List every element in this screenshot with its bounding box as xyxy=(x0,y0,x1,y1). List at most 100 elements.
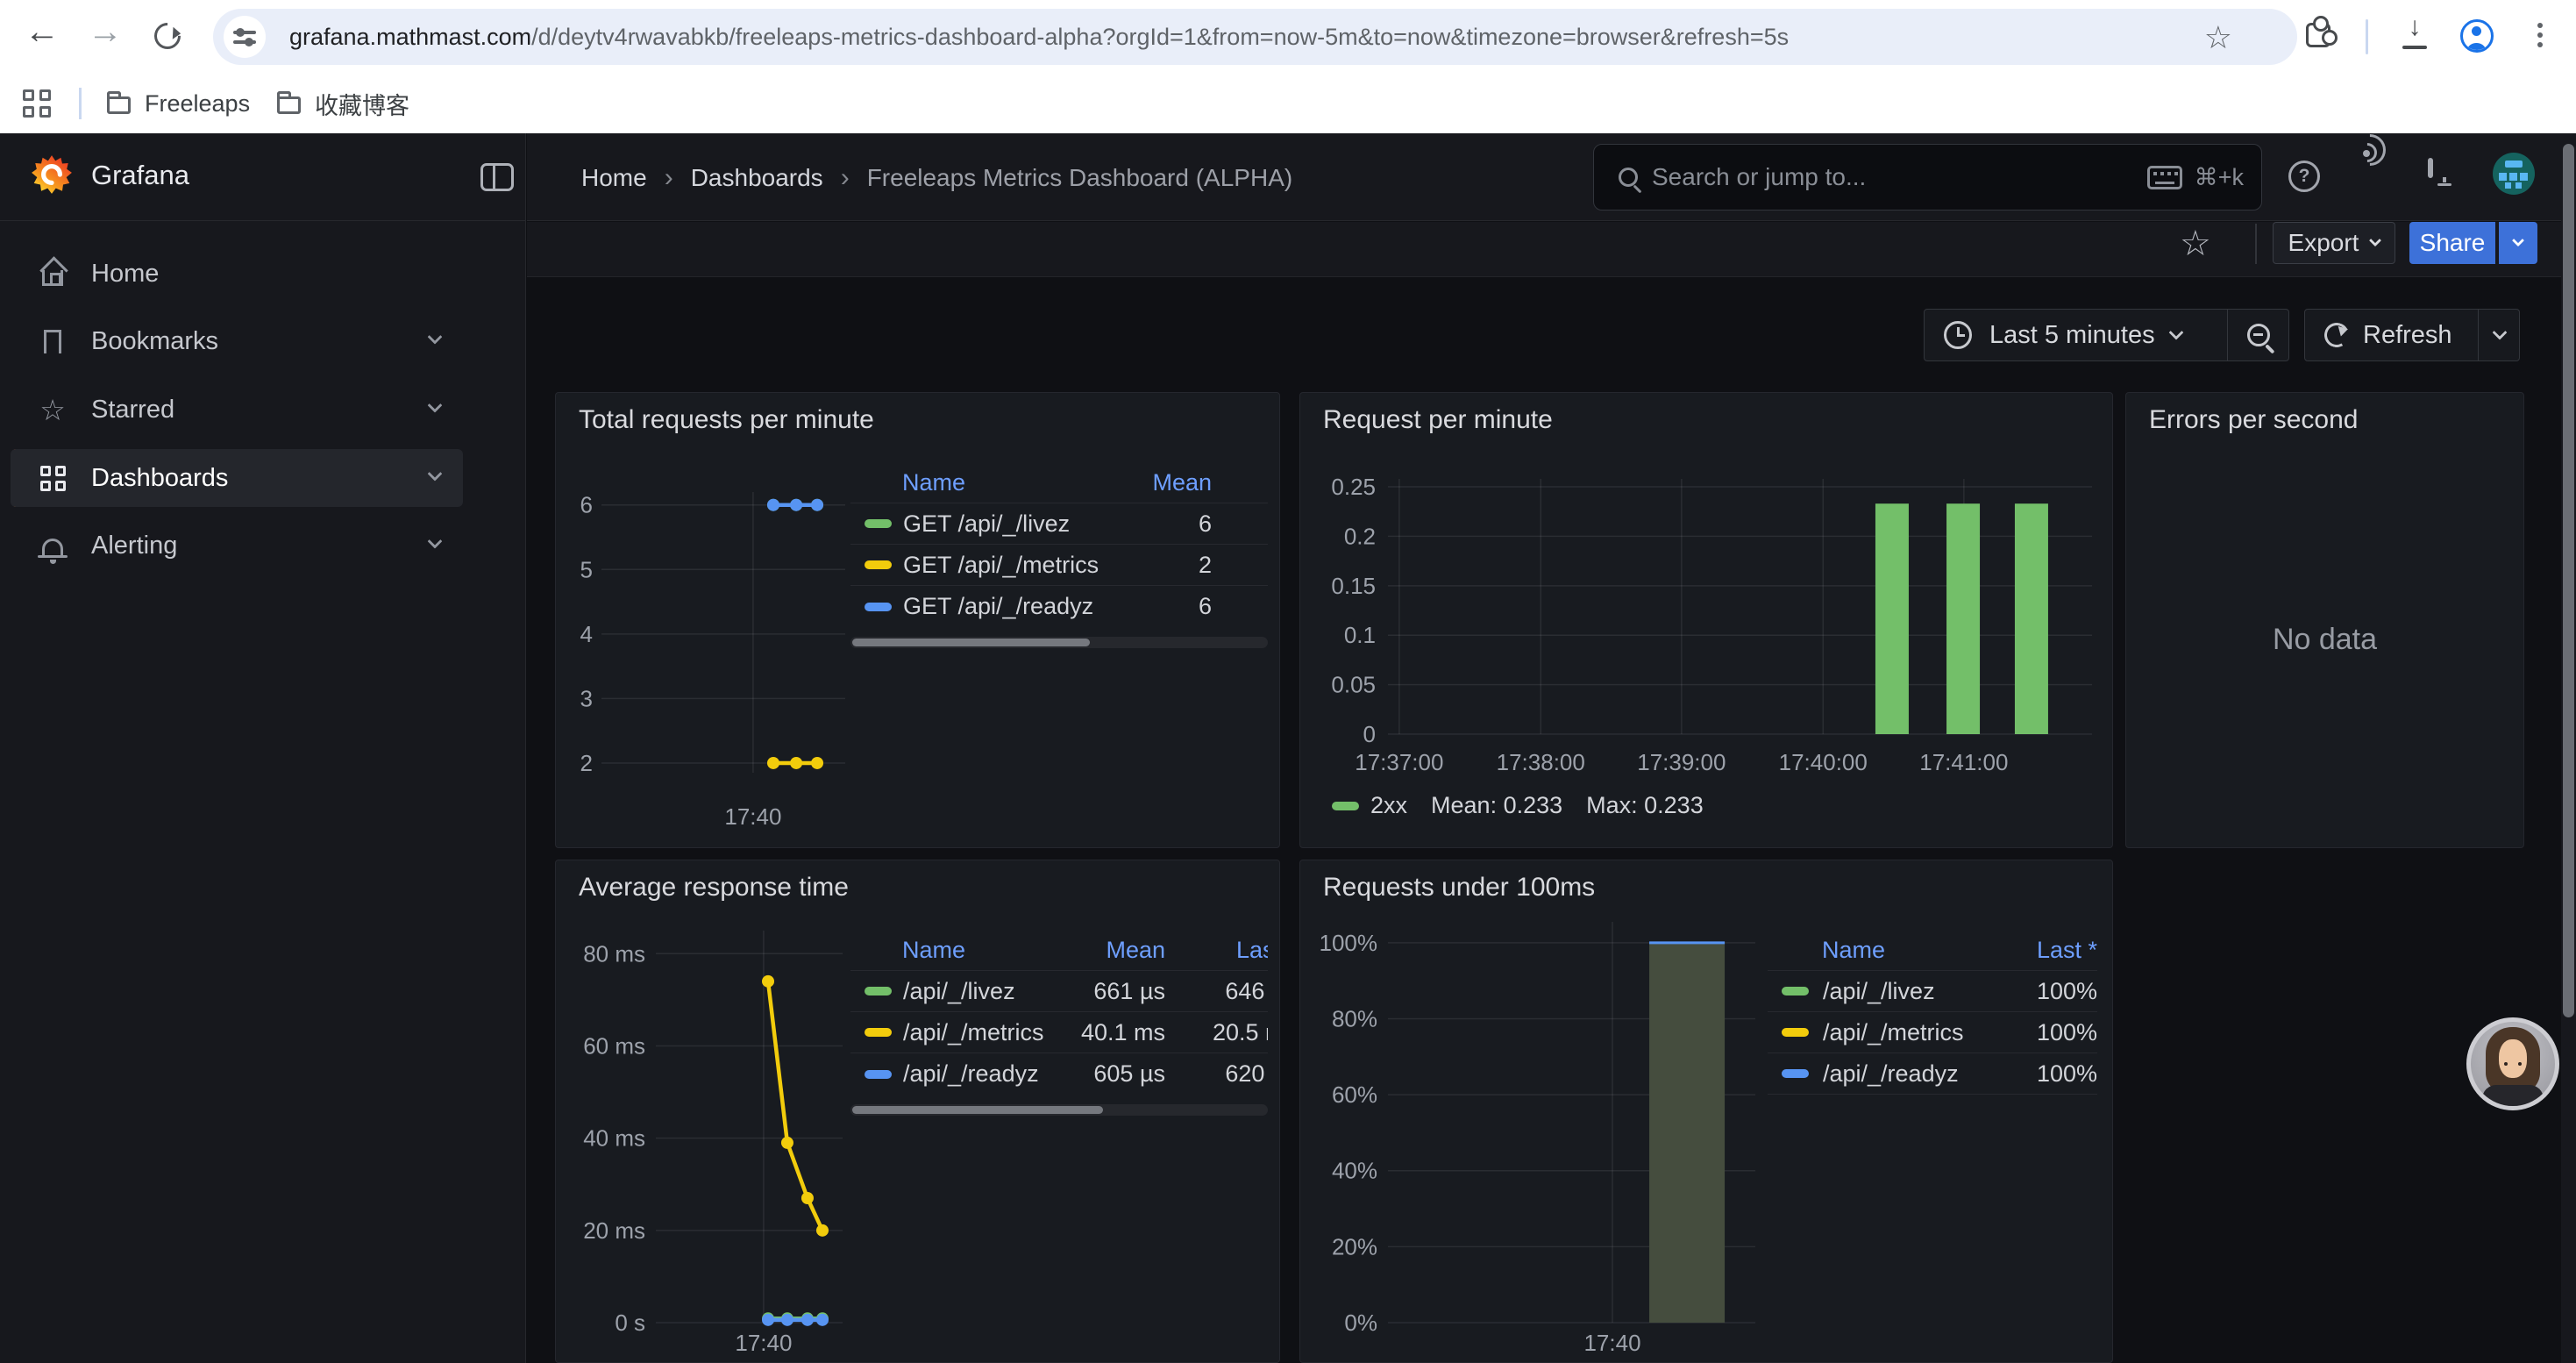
panel-title[interactable]: Total requests per minute xyxy=(579,405,874,435)
svg-text:17:41:00: 17:41:00 xyxy=(1919,749,2008,775)
time-range-picker[interactable]: Last 5 minutes xyxy=(1924,309,2289,361)
page-scrollbar[interactable] xyxy=(2561,133,2576,1363)
refresh-button[interactable]: Refresh xyxy=(2304,309,2520,361)
zoom-out-button[interactable] xyxy=(2227,310,2289,360)
legend-row[interactable]: /api/_/readyz 605 µs 620 µs xyxy=(850,1053,1268,1095)
series-swatch xyxy=(1332,802,1359,810)
kiosk-monitor-icon[interactable] xyxy=(2428,161,2433,176)
chevron-down-icon[interactable] xyxy=(430,470,440,486)
chevron-down-icon[interactable] xyxy=(430,333,440,349)
share-menu-button[interactable] xyxy=(2499,222,2537,264)
grafana-header: Home › Dashboards › Freeleaps Metrics Da… xyxy=(527,133,2576,221)
sidebar-item-home[interactable]: Home xyxy=(11,245,463,303)
sidebar-item-alerting[interactable]: Alerting xyxy=(11,517,463,574)
legend-scrollbar[interactable] xyxy=(850,1104,1268,1116)
user-avatar[interactable] xyxy=(2493,153,2535,195)
browser-menu-icon[interactable] xyxy=(2537,23,2543,28)
zoom-out-icon xyxy=(2247,324,2270,346)
breadcrumb-separator: › xyxy=(665,163,673,193)
star-dashboard-icon[interactable]: ☆ xyxy=(2180,224,2211,264)
address-bar[interactable]: grafana.mathmast.com/d/deytv4rwavabkb/fr… xyxy=(213,9,2297,65)
legend-row[interactable]: GET /api/_/livez 6 xyxy=(850,503,1268,545)
legend-item[interactable]: 2xx xyxy=(1332,792,1407,819)
legend-row[interactable]: GET /api/_/metrics 2 xyxy=(850,545,1268,586)
sidebar-item-dashboards[interactable]: Dashboards xyxy=(11,449,463,507)
search-input[interactable] xyxy=(1652,163,1985,191)
series-swatch xyxy=(865,519,892,528)
svg-text:5: 5 xyxy=(580,556,593,582)
scrollbar-thumb[interactable] xyxy=(2563,144,2574,1017)
legend-row[interactable]: /api/_/readyz 100% xyxy=(1768,1053,2097,1095)
sidebar-item-bookmarks[interactable]: Bookmarks xyxy=(11,312,463,370)
search-box[interactable]: ⌘+k xyxy=(1593,144,2262,211)
breadcrumb-home[interactable]: Home xyxy=(581,164,647,192)
panel-request-per-minute: Request per minute 0.250.20.150.10.05017… xyxy=(1299,392,2113,848)
legend-max: Max: 0.233 xyxy=(1586,792,1704,819)
floating-assistant-avatar[interactable] xyxy=(2466,1017,2559,1110)
export-button[interactable]: Export xyxy=(2273,222,2395,264)
sidebar-item-starred[interactable]: ☆ Starred xyxy=(11,381,463,439)
chevron-down-icon[interactable] xyxy=(430,402,440,417)
svg-text:3: 3 xyxy=(580,685,593,711)
keyboard-icon xyxy=(2147,166,2182,189)
help-icon[interactable]: ? xyxy=(2288,161,2320,192)
toolbar-divider xyxy=(2255,224,2257,264)
legend-row[interactable]: /api/_/metrics 100% xyxy=(1768,1012,2097,1053)
refresh-interval-button[interactable] xyxy=(2478,310,2520,360)
search-icon xyxy=(1619,168,1638,187)
panel-errors-per-second: Errors per second No data xyxy=(2125,392,2524,848)
svg-text:0.2: 0.2 xyxy=(1344,523,1376,549)
series-swatch xyxy=(865,603,892,611)
svg-text:0%: 0% xyxy=(1344,1309,1377,1336)
grafana-logo-icon[interactable] xyxy=(30,153,74,201)
home-icon xyxy=(37,262,68,286)
panel-title[interactable]: Requests under 100ms xyxy=(1323,873,1595,903)
series-swatch xyxy=(1782,1028,1809,1037)
legend-header-last[interactable]: Last * xyxy=(1978,937,2097,964)
bookmark-folder-blogs[interactable]: 收藏博客 xyxy=(263,81,423,126)
refresh-label: Refresh xyxy=(2363,321,2452,350)
svg-text:20%: 20% xyxy=(1332,1233,1377,1260)
legend-scrollbar[interactable] xyxy=(850,637,1268,648)
legend-header-mean[interactable]: Mean xyxy=(1061,937,1165,964)
panel-title[interactable]: Errors per second xyxy=(2149,405,2358,435)
legend-header-name[interactable]: Name xyxy=(1768,937,1978,964)
sidebar-item-label: Starred xyxy=(91,396,174,425)
svg-text:80%: 80% xyxy=(1332,1005,1377,1031)
downloads-icon[interactable]: ↓ xyxy=(2399,14,2430,54)
browser-toolbar: ← → grafana.mathmast.com/d/deytv4rwavabk… xyxy=(0,0,2576,74)
breadcrumb-separator: › xyxy=(841,163,850,193)
legend-header-name[interactable]: Name xyxy=(850,469,1061,496)
extensions-icon[interactable] xyxy=(2306,23,2330,47)
legend-row[interactable]: GET /api/_/readyz 6 xyxy=(850,586,1268,627)
breadcrumb: Home › Dashboards › Freeleaps Metrics Da… xyxy=(581,163,1292,193)
back-icon[interactable]: ← xyxy=(18,12,67,52)
panel-title[interactable]: Average response time xyxy=(579,873,849,903)
share-button[interactable]: Share xyxy=(2409,222,2495,264)
bar-chart[interactable]: 0.250.20.150.10.05017:37:0017:38:0017:39… xyxy=(1300,393,2113,848)
bookmark-folder-freeleaps[interactable]: Freeleaps xyxy=(93,81,264,126)
profile-icon[interactable] xyxy=(2460,19,2494,53)
panel-title[interactable]: Request per minute xyxy=(1323,405,1553,435)
svg-text:4: 4 xyxy=(580,621,593,647)
svg-text:0.15: 0.15 xyxy=(1331,573,1376,599)
sidebar-header: Grafana xyxy=(0,133,525,221)
site-settings-icon[interactable] xyxy=(224,16,266,58)
legend-row[interactable]: /api/_/metrics 40.1 ms 20.5 ms xyxy=(850,1012,1268,1053)
chevron-down-icon[interactable] xyxy=(430,538,440,553)
svg-text:17:39:00: 17:39:00 xyxy=(1637,749,1726,775)
legend-row[interactable]: /api/_/livez 100% xyxy=(1768,971,2097,1012)
legend-header-mean[interactable]: Mean xyxy=(1061,469,1212,496)
bookmark-icon xyxy=(37,330,68,353)
folder-icon xyxy=(107,96,131,114)
breadcrumb-dashboards[interactable]: Dashboards xyxy=(691,164,823,192)
svg-text:40%: 40% xyxy=(1332,1158,1377,1184)
legend-header-last[interactable]: Last * xyxy=(1165,937,1268,964)
apps-grid-icon[interactable] xyxy=(23,89,51,118)
reload-icon[interactable] xyxy=(149,18,186,54)
forward-icon[interactable]: → xyxy=(81,12,130,52)
legend-header-name[interactable]: Name xyxy=(850,937,1061,964)
bookmark-star-icon[interactable]: ☆ xyxy=(2204,19,2232,56)
legend-row[interactable]: /api/_/livez 661 µs 646 µs xyxy=(850,971,1268,1012)
collapse-sidebar-icon[interactable] xyxy=(480,163,514,191)
